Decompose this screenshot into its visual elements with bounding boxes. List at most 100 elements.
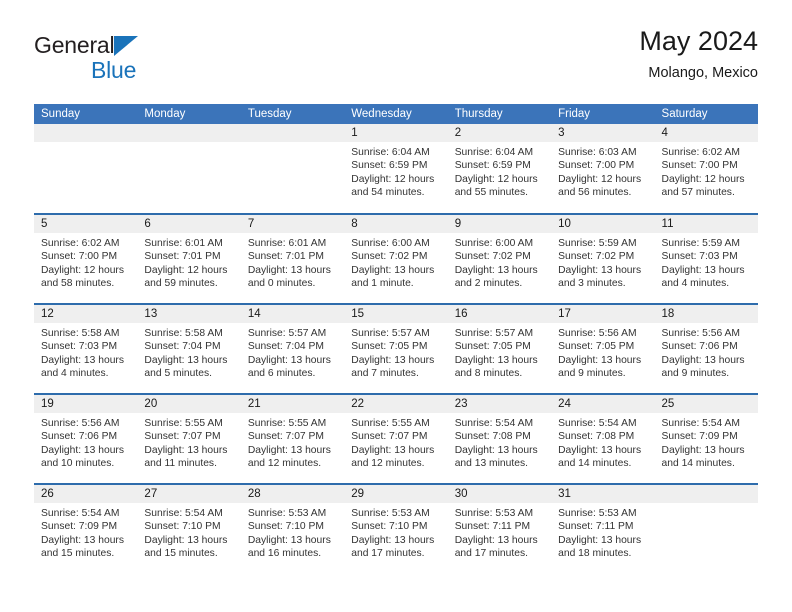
day-cell[interactable]: 18 Sunrise: 5:56 AM Sunset: 7:06 PM Dayligh… [654,303,758,394]
calendar-week-row: 5 Sunrise: 6:02 AM Sunset: 7:00 PM Daylight… [34,213,758,304]
calendar-week-row: 19 Sunrise: 5:56 AM Sunset: 7:06 PM Dayligh… [34,393,758,484]
day-cell[interactable]: 23 Sunrise: 5:54 AM Sunset: 7:08 PM Dayligh… [447,393,552,484]
daylight-text: and 5 minutes. [144,368,212,380]
day-cell[interactable]: 13 Sunrise: 5:58 AM Sunset: 7:04 PM Dayligh… [137,303,241,394]
general-blue-logo[interactable]: General Blue [34,34,234,90]
day-number: 27 [137,485,241,503]
day-details: Sunrise: 6:00 AM Sunset: 7:02 PM Daylight:… [448,233,551,291]
daylight-text: Daylight: 12 hours [454,173,538,185]
daylight-text: Daylight: 12 hours [661,173,745,185]
day-number: 1 [344,124,448,142]
day-number: 15 [344,305,448,323]
sunrise-text: Sunrise: 5:53 AM [558,508,637,519]
sunset-text: Sunset: 7:05 PM [351,341,428,353]
daylight-text: and 4 minutes. [661,278,730,290]
day-cell[interactable]: 7 Sunrise: 6:01 AM Sunset: 7:01 PM Daylight… [240,213,345,304]
daylight-text: and 10 minutes. [41,458,115,470]
daylight-text: and 54 minutes. [351,187,425,199]
sunset-text: Sunset: 7:08 PM [558,431,635,443]
day-cell[interactable]: 12 Sunrise: 5:58 AM Sunset: 7:03 PM Dayligh… [34,303,138,394]
daylight-text: Daylight: 13 hours [41,354,124,366]
weekday-header-sunday: Sunday [34,104,138,124]
sunset-text: Sunset: 6:59 PM [351,160,428,172]
day-cell[interactable]: 11 Sunrise: 5:59 AM Sunset: 7:03 PM Dayligh… [654,213,758,304]
day-number [240,124,345,142]
day-cell[interactable]: 4 Sunrise: 6:02 AM Sunset: 7:00 PM Daylight… [654,124,758,214]
day-number: 6 [137,215,241,233]
day-number: 19 [34,395,138,413]
calendar-week-row: 12 Sunrise: 5:58 AM Sunset: 7:03 PM Dayligh… [34,303,758,394]
day-cell[interactable]: 31 Sunrise: 5:53 AM Sunset: 7:11 PM Dayligh… [551,483,655,574]
day-cell[interactable]: 3 Sunrise: 6:03 AM Sunset: 7:00 PM Daylight… [551,124,655,214]
day-cell[interactable]: 17 Sunrise: 5:56 AM Sunset: 7:05 PM Dayligh… [551,303,655,394]
page-header: General Blue May 2024 Molango, Mexico [34,26,758,96]
day-cell[interactable]: 27 Sunrise: 5:54 AM Sunset: 7:10 PM Dayligh… [137,483,241,574]
day-cell[interactable]: 28 Sunrise: 5:53 AM Sunset: 7:10 PM Dayligh… [240,483,345,574]
daylight-text: Daylight: 13 hours [454,264,538,276]
day-cell[interactable]: 21 Sunrise: 5:55 AM Sunset: 7:07 PM Dayligh… [240,393,345,484]
day-cell[interactable]: 20 Sunrise: 5:55 AM Sunset: 7:07 PM Dayligh… [137,393,241,484]
day-cell[interactable]: 15 Sunrise: 5:57 AM Sunset: 7:05 PM Dayligh… [344,303,448,394]
day-cell[interactable]: 10 Sunrise: 5:59 AM Sunset: 7:02 PM Dayligh… [551,213,655,304]
daylight-text: and 18 minutes. [558,548,632,560]
day-number: 17 [551,305,655,323]
day-cell[interactable]: 9 Sunrise: 6:00 AM Sunset: 7:02 PM Daylight… [447,213,552,304]
day-cell[interactable]: 30 Sunrise: 5:53 AM Sunset: 7:11 PM Dayligh… [447,483,552,574]
sunset-text: Sunset: 7:09 PM [41,521,118,533]
page-title: May 2024 [639,26,758,56]
day-cell[interactable]: 1 Sunrise: 6:04 AM Sunset: 6:59 PM Daylight… [344,124,448,214]
day-cell[interactable]: 8 Sunrise: 6:00 AM Sunset: 7:02 PM Daylight… [344,213,448,304]
daylight-text: and 8 minutes. [454,368,523,380]
daylight-text: and 6 minutes. [247,368,316,380]
daylight-text: Daylight: 13 hours [247,264,331,276]
sunrise-text: Sunrise: 6:02 AM [661,147,740,158]
day-cell[interactable]: 29 Sunrise: 5:53 AM Sunset: 7:10 PM Dayligh… [344,483,448,574]
day-cell[interactable]: 22 Sunrise: 5:55 AM Sunset: 7:07 PM Dayligh… [344,393,448,484]
calendar-page: General Blue May 2024 Molango, Mexico Su… [0,0,792,612]
day-number: 11 [654,215,758,233]
day-number: 30 [447,485,552,503]
calendar-week-row: 1 Sunrise: 6:04 AM Sunset: 6:59 PM Daylight… [34,124,758,214]
sunrise-text: Sunrise: 6:03 AM [558,147,637,158]
daylight-text: Daylight: 13 hours [454,444,538,456]
daylight-text: Daylight: 13 hours [351,264,435,276]
logo-text-blue: Blue [91,57,137,83]
weekday-header-saturday: Saturday [654,104,758,124]
daylight-text: and 9 minutes. [661,368,730,380]
weekday-header-row: Sunday Monday Tuesday Wednesday Thursday… [34,104,758,124]
title-block: May 2024 Molango, Mexico [639,26,758,81]
day-cell[interactable]: 2 Sunrise: 6:04 AM Sunset: 6:59 PM Daylight… [447,124,552,214]
day-cell-empty [34,124,138,214]
sunset-text: Sunset: 7:07 PM [247,431,324,443]
daylight-text: and 17 minutes. [454,548,528,560]
day-cell[interactable]: 24 Sunrise: 5:54 AM Sunset: 7:08 PM Dayligh… [551,393,655,484]
sunrise-text: Sunrise: 5:54 AM [661,418,740,429]
day-number: 20 [137,395,241,413]
sunrise-text: Sunrise: 5:56 AM [558,328,637,339]
sunrise-text: Sunrise: 5:56 AM [661,328,740,339]
day-cell[interactable]: 6 Sunrise: 6:01 AM Sunset: 7:01 PM Daylight… [137,213,241,304]
day-number: 9 [447,215,552,233]
day-cell[interactable]: 5 Sunrise: 6:02 AM Sunset: 7:00 PM Daylight… [34,213,138,304]
weekday-header-monday: Monday [137,104,241,124]
day-number: 12 [34,305,138,323]
day-cell[interactable]: 25 Sunrise: 5:54 AM Sunset: 7:09 PM Dayligh… [654,393,758,484]
day-details: Sunrise: 5:56 AM Sunset: 7:06 PM Daylight:… [34,413,137,471]
day-details: Sunrise: 6:04 AM Sunset: 6:59 PM Daylight:… [448,142,551,200]
day-details: Sunrise: 5:59 AM Sunset: 7:02 PM Daylight:… [551,233,654,291]
day-number: 21 [240,395,345,413]
calendar-grid: Sunday Monday Tuesday Wednesday Thursday… [34,104,758,574]
day-cell[interactable]: 16 Sunrise: 5:57 AM Sunset: 7:05 PM Dayligh… [447,303,552,394]
daylight-text: Daylight: 13 hours [41,534,124,546]
day-number: 29 [344,485,448,503]
day-cell[interactable]: 19 Sunrise: 5:56 AM Sunset: 7:06 PM Dayligh… [34,393,138,484]
sunrise-text: Sunrise: 5:57 AM [454,328,534,339]
logo-text-general: General [34,32,115,58]
sunset-text: Sunset: 7:02 PM [351,251,428,263]
logo-triangle-icon [114,36,139,56]
day-details: Sunrise: 5:56 AM Sunset: 7:05 PM Daylight:… [551,323,654,381]
day-number: 5 [34,215,138,233]
day-cell[interactable]: 26 Sunrise: 5:54 AM Sunset: 7:09 PM Dayligh… [34,483,138,574]
daylight-text: Daylight: 13 hours [351,354,435,366]
day-cell[interactable]: 14 Sunrise: 5:57 AM Sunset: 7:04 PM Dayligh… [240,303,345,394]
